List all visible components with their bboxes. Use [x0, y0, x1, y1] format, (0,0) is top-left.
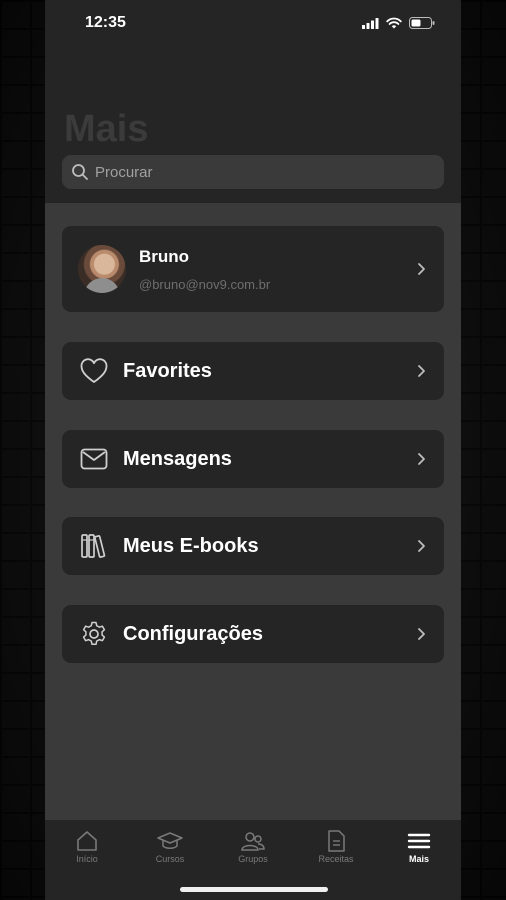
- chevron-right-icon: [418, 263, 425, 275]
- home-icon: [57, 828, 117, 854]
- battery-icon: [409, 16, 435, 34]
- header: 12:35 Mais Procurar: [45, 0, 461, 203]
- envelope-icon: [80, 445, 108, 473]
- tab-label: Receitas: [318, 854, 354, 864]
- signal-icon: [362, 16, 379, 34]
- tab-label: Início: [76, 854, 98, 864]
- search-input[interactable]: Procurar: [95, 164, 153, 181]
- chevron-right-icon: [418, 540, 425, 552]
- menu-item-label: Favorites: [123, 359, 212, 382]
- tab-cursos[interactable]: Cursos: [140, 828, 200, 864]
- menu-item-configuracoes[interactable]: Configurações: [62, 605, 444, 663]
- group-icon: [223, 828, 283, 854]
- menu-item-label: Configurações: [123, 622, 264, 645]
- tab-label: Mais: [408, 854, 429, 864]
- chevron-right-icon: [418, 365, 425, 377]
- profile-card[interactable]: Bruno @bruno@nov9.com.br: [62, 226, 444, 312]
- avatar: [78, 245, 126, 293]
- search-icon: [71, 163, 89, 181]
- phone-screen: 12:35 Mais Procurar Bruno @bruno@nov9.co…: [45, 0, 461, 900]
- wifi-icon: [386, 16, 402, 34]
- menu-item-ebooks[interactable]: Meus E-books: [62, 517, 444, 575]
- menu-item-label: Meus E-books: [123, 534, 259, 557]
- menu-item-label: Mensagens: [123, 447, 232, 470]
- status-bar: 12:35: [45, 0, 461, 46]
- menu-item-favorites[interactable]: Favorites: [62, 342, 444, 400]
- home-indicator[interactable]: [180, 887, 328, 892]
- chevron-right-icon: [418, 628, 425, 640]
- tab-label: Cursos: [155, 854, 185, 864]
- tab-grupos[interactable]: Grupos: [223, 828, 283, 864]
- menu-icon: [389, 828, 449, 854]
- chevron-right-icon: [418, 453, 425, 465]
- tab-inicio[interactable]: Início: [57, 828, 117, 864]
- heart-icon: [80, 357, 108, 385]
- profile-name: Bruno: [139, 246, 190, 266]
- page-title: Mais: [64, 108, 149, 150]
- status-time: 12:35: [85, 14, 126, 31]
- tab-receitas[interactable]: Receitas: [306, 828, 366, 864]
- books-icon: [80, 532, 108, 560]
- status-icons: [362, 16, 435, 34]
- tab-mais[interactable]: Mais: [389, 828, 449, 864]
- document-icon: [306, 828, 366, 854]
- tab-label: Grupos: [238, 854, 268, 864]
- gear-icon: [80, 620, 108, 648]
- profile-handle: @bruno@nov9.com.br: [139, 276, 271, 292]
- menu-item-mensagens[interactable]: Mensagens: [62, 430, 444, 488]
- graduation-cap-icon: [140, 828, 200, 854]
- search-bar[interactable]: Procurar: [62, 155, 444, 189]
